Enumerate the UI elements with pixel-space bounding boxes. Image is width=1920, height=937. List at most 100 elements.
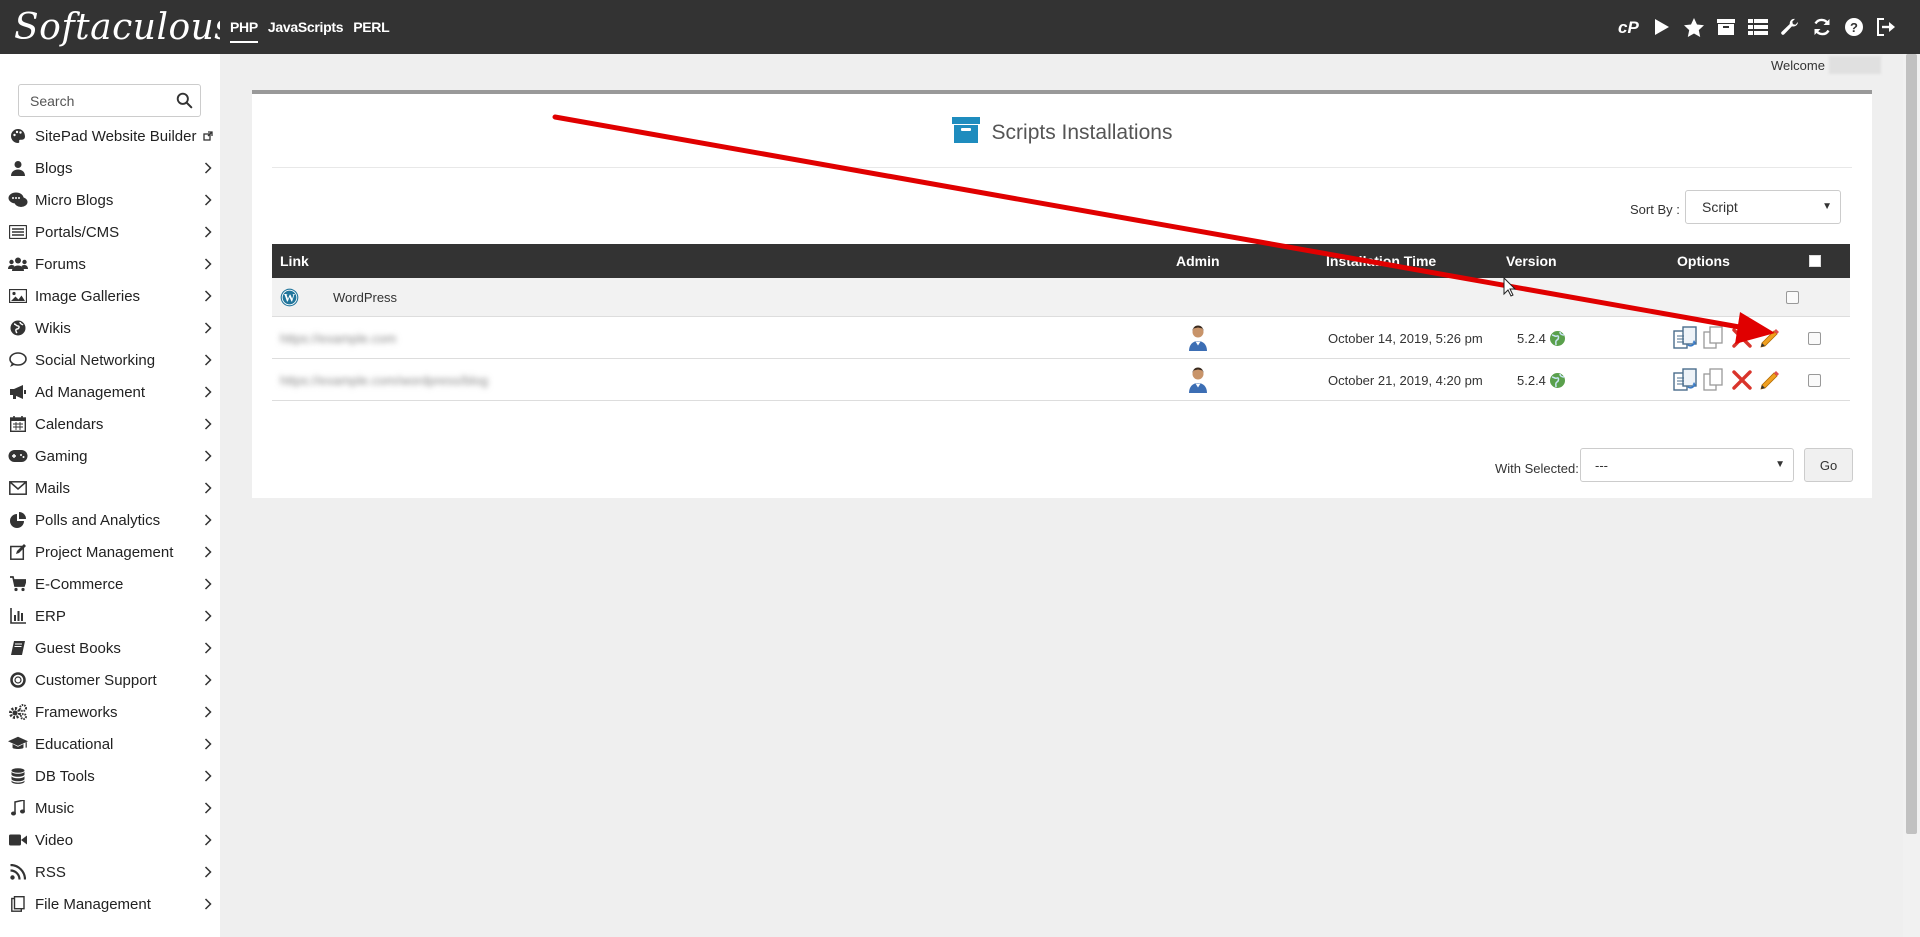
copy-icon[interactable] [1700, 324, 1728, 352]
sidebar-item-wikis[interactable]: Wikis [0, 312, 220, 344]
sidebar-item-educational[interactable]: Educational [0, 728, 220, 760]
database-icon [8, 767, 28, 785]
admin-user-icon[interactable] [1189, 359, 1207, 401]
sidebar-item-forums[interactable]: Forums [0, 248, 220, 280]
cpanel-icon[interactable]: cP [1614, 0, 1646, 54]
sidebar-item-micro-blogs[interactable]: Micro Blogs [0, 184, 220, 216]
sidebar-item-label: Gaming [35, 447, 88, 465]
tab-perl[interactable]: PERL [353, 17, 389, 37]
installation-link[interactable]: https://example.com/wordpress/blog [280, 359, 488, 401]
upgrade-globe-icon[interactable] [1549, 372, 1566, 389]
video-icon [8, 831, 28, 849]
with-selected-select[interactable]: --- ▼ [1580, 448, 1794, 482]
sidebar-item-social-networking[interactable]: Social Networking [0, 344, 220, 376]
go-button[interactable]: Go [1804, 448, 1853, 482]
sidebar-item-label: Frameworks [35, 703, 118, 721]
sidebar-item-label: RSS [35, 863, 66, 881]
group-checkbox-box[interactable] [1786, 291, 1799, 304]
sidebar-item-blogs[interactable]: Blogs [0, 152, 220, 184]
sidebar-item-project-management[interactable]: Project Management [0, 536, 220, 568]
select-all-checkbox[interactable] [1809, 244, 1821, 278]
sort-by-select[interactable]: Script ▼ [1685, 190, 1841, 224]
upgrade-globe-icon[interactable] [1549, 330, 1566, 347]
sidebar-item-customer-support[interactable]: Customer Support [0, 664, 220, 696]
select-all-checkbox-box[interactable] [1809, 255, 1821, 267]
lifebuoy-icon [8, 671, 28, 689]
play-icon[interactable] [1646, 0, 1678, 54]
user-icon [8, 159, 28, 177]
script-group-name: WordPress [333, 290, 398, 305]
remove-icon[interactable] [1728, 324, 1756, 352]
sidebar-item-e-commerce[interactable]: E-Commerce [0, 568, 220, 600]
refresh-icon[interactable] [1806, 0, 1838, 54]
archive-icon[interactable] [1710, 0, 1742, 54]
clone-icon[interactable] [1672, 366, 1700, 394]
copy-icon[interactable] [1700, 366, 1728, 394]
edit-pencil-icon[interactable] [1756, 366, 1784, 394]
clone-icon[interactable] [1672, 324, 1700, 352]
sidebar-item-label: DB Tools [35, 767, 95, 785]
search-icon[interactable] [168, 86, 200, 116]
star-icon[interactable] [1678, 0, 1710, 54]
sidebar-item-gaming[interactable]: Gaming [0, 440, 220, 472]
installations-table: Link Admin Installation Time Version Opt… [272, 244, 1850, 401]
installation-link[interactable]: https://example.com [280, 317, 396, 359]
sidebar-item-ad-management[interactable]: Ad Management [0, 376, 220, 408]
edit-pencil-icon[interactable] [1756, 324, 1784, 352]
sidebar-item-db-tools[interactable]: DB Tools [0, 760, 220, 792]
svg-text:W: W [284, 292, 296, 304]
sidebar-item-music[interactable]: Music [0, 792, 220, 824]
sidebar-item-portals-cms[interactable]: Portals/CMS [0, 216, 220, 248]
sidebar-item-image-galleries[interactable]: Image Galleries [0, 280, 220, 312]
wrench-icon[interactable] [1774, 0, 1806, 54]
sidebar-item-mails[interactable]: Mails [0, 472, 220, 504]
chevron-right-icon [202, 162, 214, 174]
globe-icon [8, 319, 28, 337]
sidebar-item-video[interactable]: Video [0, 824, 220, 856]
sidebar-item-file-management[interactable]: File Management [0, 888, 220, 920]
sidebar-item-label: Micro Blogs [35, 191, 114, 209]
admin-user-icon[interactable] [1189, 317, 1207, 359]
list-view-icon[interactable] [1742, 0, 1774, 54]
tab-php[interactable]: PHP [230, 17, 258, 43]
column-header-options: Options [1677, 253, 1730, 269]
installation-url[interactable]: https://example.com [280, 331, 396, 346]
scrollbar-thumb[interactable] [1906, 54, 1917, 834]
chevron-right-icon [202, 802, 214, 814]
archive-box-icon [951, 116, 980, 149]
script-group-row: W WordPress [272, 278, 1850, 317]
sidebar-item-erp[interactable]: ERP [0, 600, 220, 632]
search-input[interactable] [19, 85, 168, 116]
row-checkbox-box[interactable] [1808, 331, 1821, 345]
column-header-link: Link [280, 253, 309, 269]
remove-icon[interactable] [1728, 366, 1756, 394]
chevron-right-icon [202, 834, 214, 846]
chevron-right-icon [202, 482, 214, 494]
calendar-icon [8, 415, 28, 433]
sidebar-item-polls-analytics[interactable]: Polls and Analytics [0, 504, 220, 536]
sidebar-item-calendars[interactable]: Calendars [0, 408, 220, 440]
sidebar-item-guest-books[interactable]: Guest Books [0, 632, 220, 664]
page-scrollbar[interactable] [1903, 54, 1920, 937]
group-checkbox[interactable] [1786, 278, 1799, 317]
version-number: 5.2.4 [1517, 372, 1546, 388]
tab-javascripts[interactable]: JavaScripts [268, 17, 344, 37]
cart-icon [8, 575, 28, 593]
row-checkbox-box[interactable] [1808, 373, 1821, 387]
row-checkbox[interactable] [1808, 359, 1821, 401]
help-icon[interactable]: ? [1838, 0, 1870, 54]
installation-url[interactable]: https://example.com/wordpress/blog [280, 373, 488, 388]
sidebar-item-sitepad[interactable]: SitePad Website Builder [0, 120, 220, 152]
column-header-admin: Admin [1176, 253, 1220, 269]
search-box [18, 84, 201, 117]
logout-icon[interactable] [1870, 0, 1902, 54]
sidebar-item-rss[interactable]: RSS [0, 856, 220, 888]
sidebar-item-frameworks[interactable]: Frameworks [0, 696, 220, 728]
sidebar-item-label: Portals/CMS [35, 223, 120, 241]
sidebar-item-label: Social Networking [35, 351, 156, 369]
softaculous-logo[interactable]: Softaculous [14, 7, 220, 48]
sidebar-item-label: Image Galleries [35, 287, 141, 305]
welcome-message: Welcome [1771, 55, 1881, 75]
row-checkbox[interactable] [1808, 317, 1821, 359]
category-menu: SitePad Website Builder Blogs Micro Blog… [0, 120, 220, 920]
